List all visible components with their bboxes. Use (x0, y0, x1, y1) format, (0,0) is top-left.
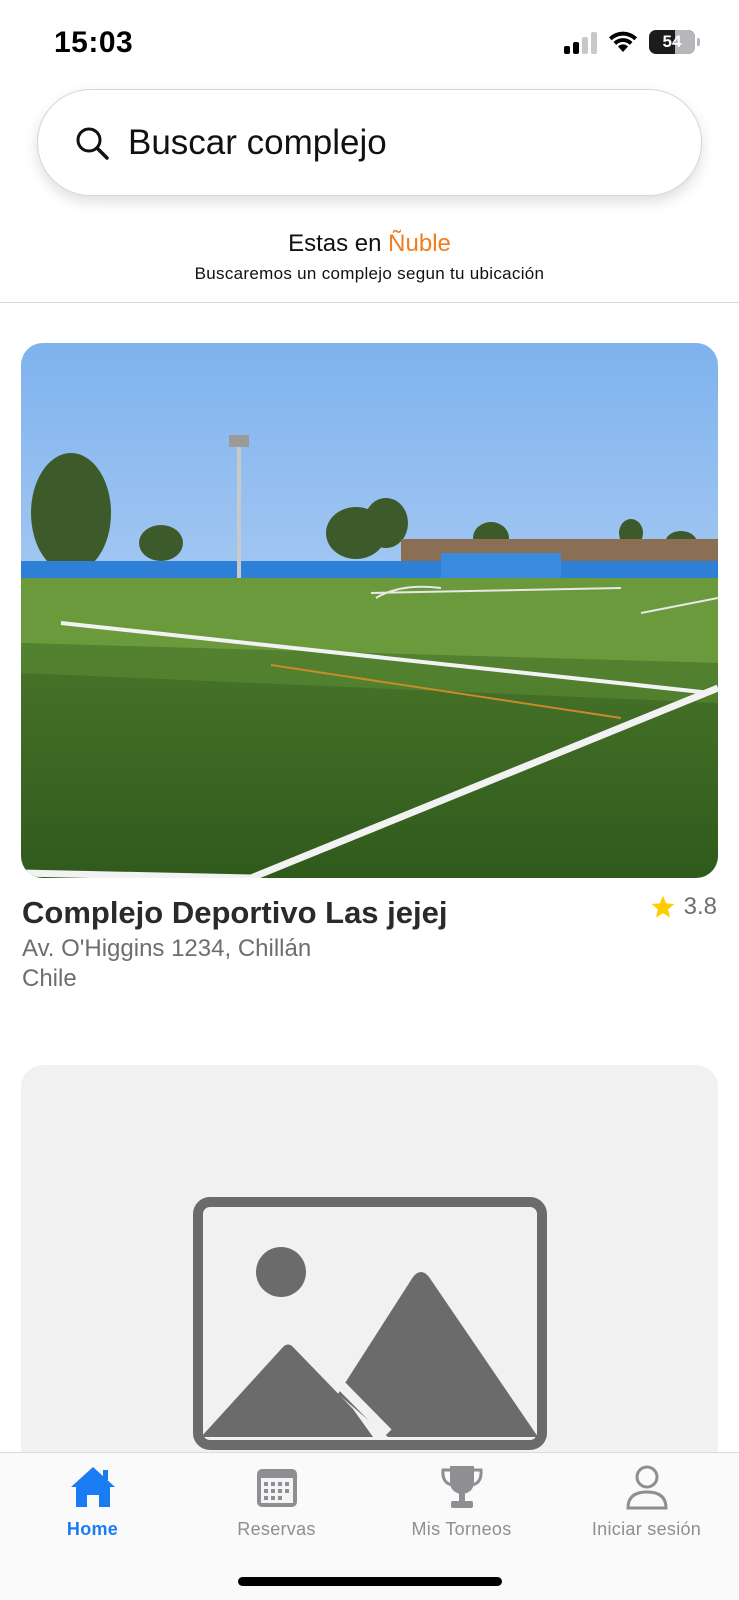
trophy-icon (440, 1466, 483, 1508)
complex-rating: 3.8 (650, 893, 717, 921)
address-line: Av. O'Higgins 1234, Chillán (22, 935, 312, 962)
search-icon (76, 127, 109, 160)
star-icon (651, 895, 674, 918)
status-time: 15:03 (54, 26, 134, 59)
tab-reservas[interactable]: Reservas (184, 1463, 369, 1540)
battery-level: 54 (662, 32, 682, 51)
location-subtitle: Buscaremos un complejo segun tu ubicació… (194, 264, 545, 283)
address-country: Chile (22, 965, 77, 992)
location-line: Estas en Ñuble (0, 230, 739, 258)
divider (0, 302, 739, 303)
tab-home[interactable]: Home (0, 1463, 185, 1540)
soccer-field-photo[interactable] (21, 343, 718, 878)
location-prefix: Estas en (288, 230, 389, 257)
home-indicator (238, 1577, 502, 1586)
status-bar: 15:03 54 (0, 0, 739, 88)
tab-label: Home (66, 1519, 119, 1539)
home-icon (70, 1467, 115, 1507)
person-icon (625, 1465, 668, 1510)
rating-value: 3.8 (683, 893, 717, 920)
tab-label: Mis Torneos (411, 1519, 512, 1539)
complex-address: Av. O'Higgins 1234, Chillán Chile (22, 934, 311, 994)
status-icons: 54 (564, 30, 700, 54)
tab-iniciar-sesion[interactable]: Iniciar sesión (554, 1463, 739, 1540)
tab-mis-torneos[interactable]: Mis Torneos (369, 1463, 554, 1540)
location-info: Estas en Ñuble Buscaremos un complejo se… (0, 230, 739, 284)
tab-label: Iniciar sesión (591, 1519, 702, 1539)
wifi-icon (609, 31, 637, 52)
tab-label: Reservas (237, 1519, 316, 1539)
location-region[interactable]: Ñuble (388, 230, 451, 257)
search-bar[interactable] (37, 89, 702, 196)
calendar-icon (256, 1469, 297, 1507)
battery-icon: 54 (649, 30, 700, 54)
complex-name[interactable]: Complejo Deportivo Las jejej (22, 895, 447, 931)
complex-image-placeholder[interactable] (21, 1065, 718, 1465)
image-placeholder-icon (193, 1197, 547, 1450)
search-input[interactable] (128, 122, 648, 163)
cellular-signal-icon (564, 30, 597, 54)
